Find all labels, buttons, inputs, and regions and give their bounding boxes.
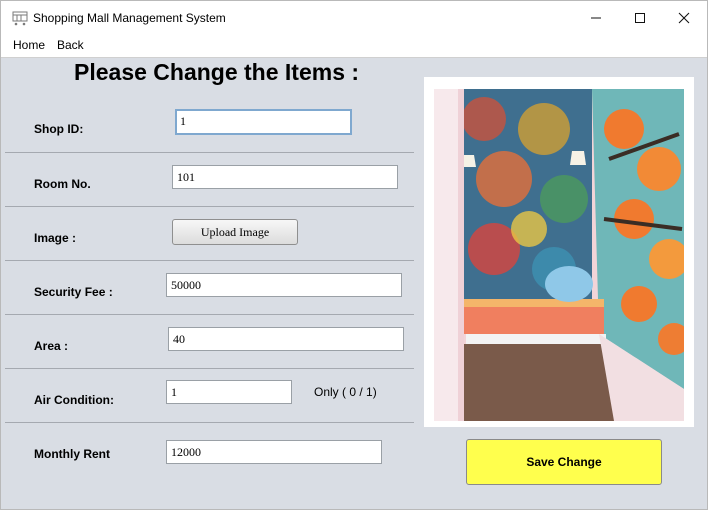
- maximize-button[interactable]: [617, 1, 663, 35]
- area-field[interactable]: 40: [168, 327, 404, 351]
- air-condition-field[interactable]: 1: [166, 380, 292, 404]
- close-icon: [678, 12, 690, 24]
- maximize-icon: [635, 13, 645, 23]
- divider: [5, 368, 414, 369]
- monthly-rent-field[interactable]: 12000: [166, 440, 382, 464]
- close-button[interactable]: [661, 1, 707, 35]
- divider: [5, 422, 414, 423]
- room-no-label: Room No.: [34, 177, 91, 191]
- image-preview-frame: [424, 77, 694, 427]
- upload-image-button[interactable]: Upload Image: [172, 219, 298, 245]
- app-window: Shopping Mall Management System Home Bac…: [0, 0, 708, 510]
- title-bar[interactable]: Shopping Mall Management System: [1, 1, 707, 35]
- security-fee-field[interactable]: 50000: [166, 273, 402, 297]
- air-condition-label: Air Condition:: [34, 393, 114, 407]
- shop-id-field[interactable]: 1: [175, 109, 352, 135]
- menu-bar: Home Back: [1, 35, 707, 58]
- divider: [5, 260, 414, 261]
- shop-room-photo: [434, 89, 684, 421]
- divider: [5, 206, 414, 207]
- area-label: Area :: [34, 339, 69, 353]
- shopping-cart-icon: [12, 11, 28, 26]
- save-change-button[interactable]: Save Change: [466, 439, 662, 485]
- minimize-button[interactable]: [573, 1, 619, 35]
- minimize-icon: [591, 17, 601, 19]
- menu-home[interactable]: Home: [13, 38, 45, 52]
- security-fee-label: Security Fee :: [34, 285, 113, 299]
- divider: [5, 314, 414, 315]
- divider: [5, 152, 414, 153]
- room-no-field[interactable]: 101: [172, 165, 398, 189]
- monthly-rent-label: Monthly Rent: [34, 447, 110, 461]
- menu-back[interactable]: Back: [57, 38, 84, 52]
- page-heading: Please Change the Items :: [74, 59, 360, 85]
- window-title: Shopping Mall Management System: [33, 11, 226, 25]
- air-condition-hint: Only ( 0 / 1): [314, 385, 377, 399]
- image-label: Image :: [34, 231, 77, 245]
- shop-id-label: Shop ID:: [34, 122, 84, 136]
